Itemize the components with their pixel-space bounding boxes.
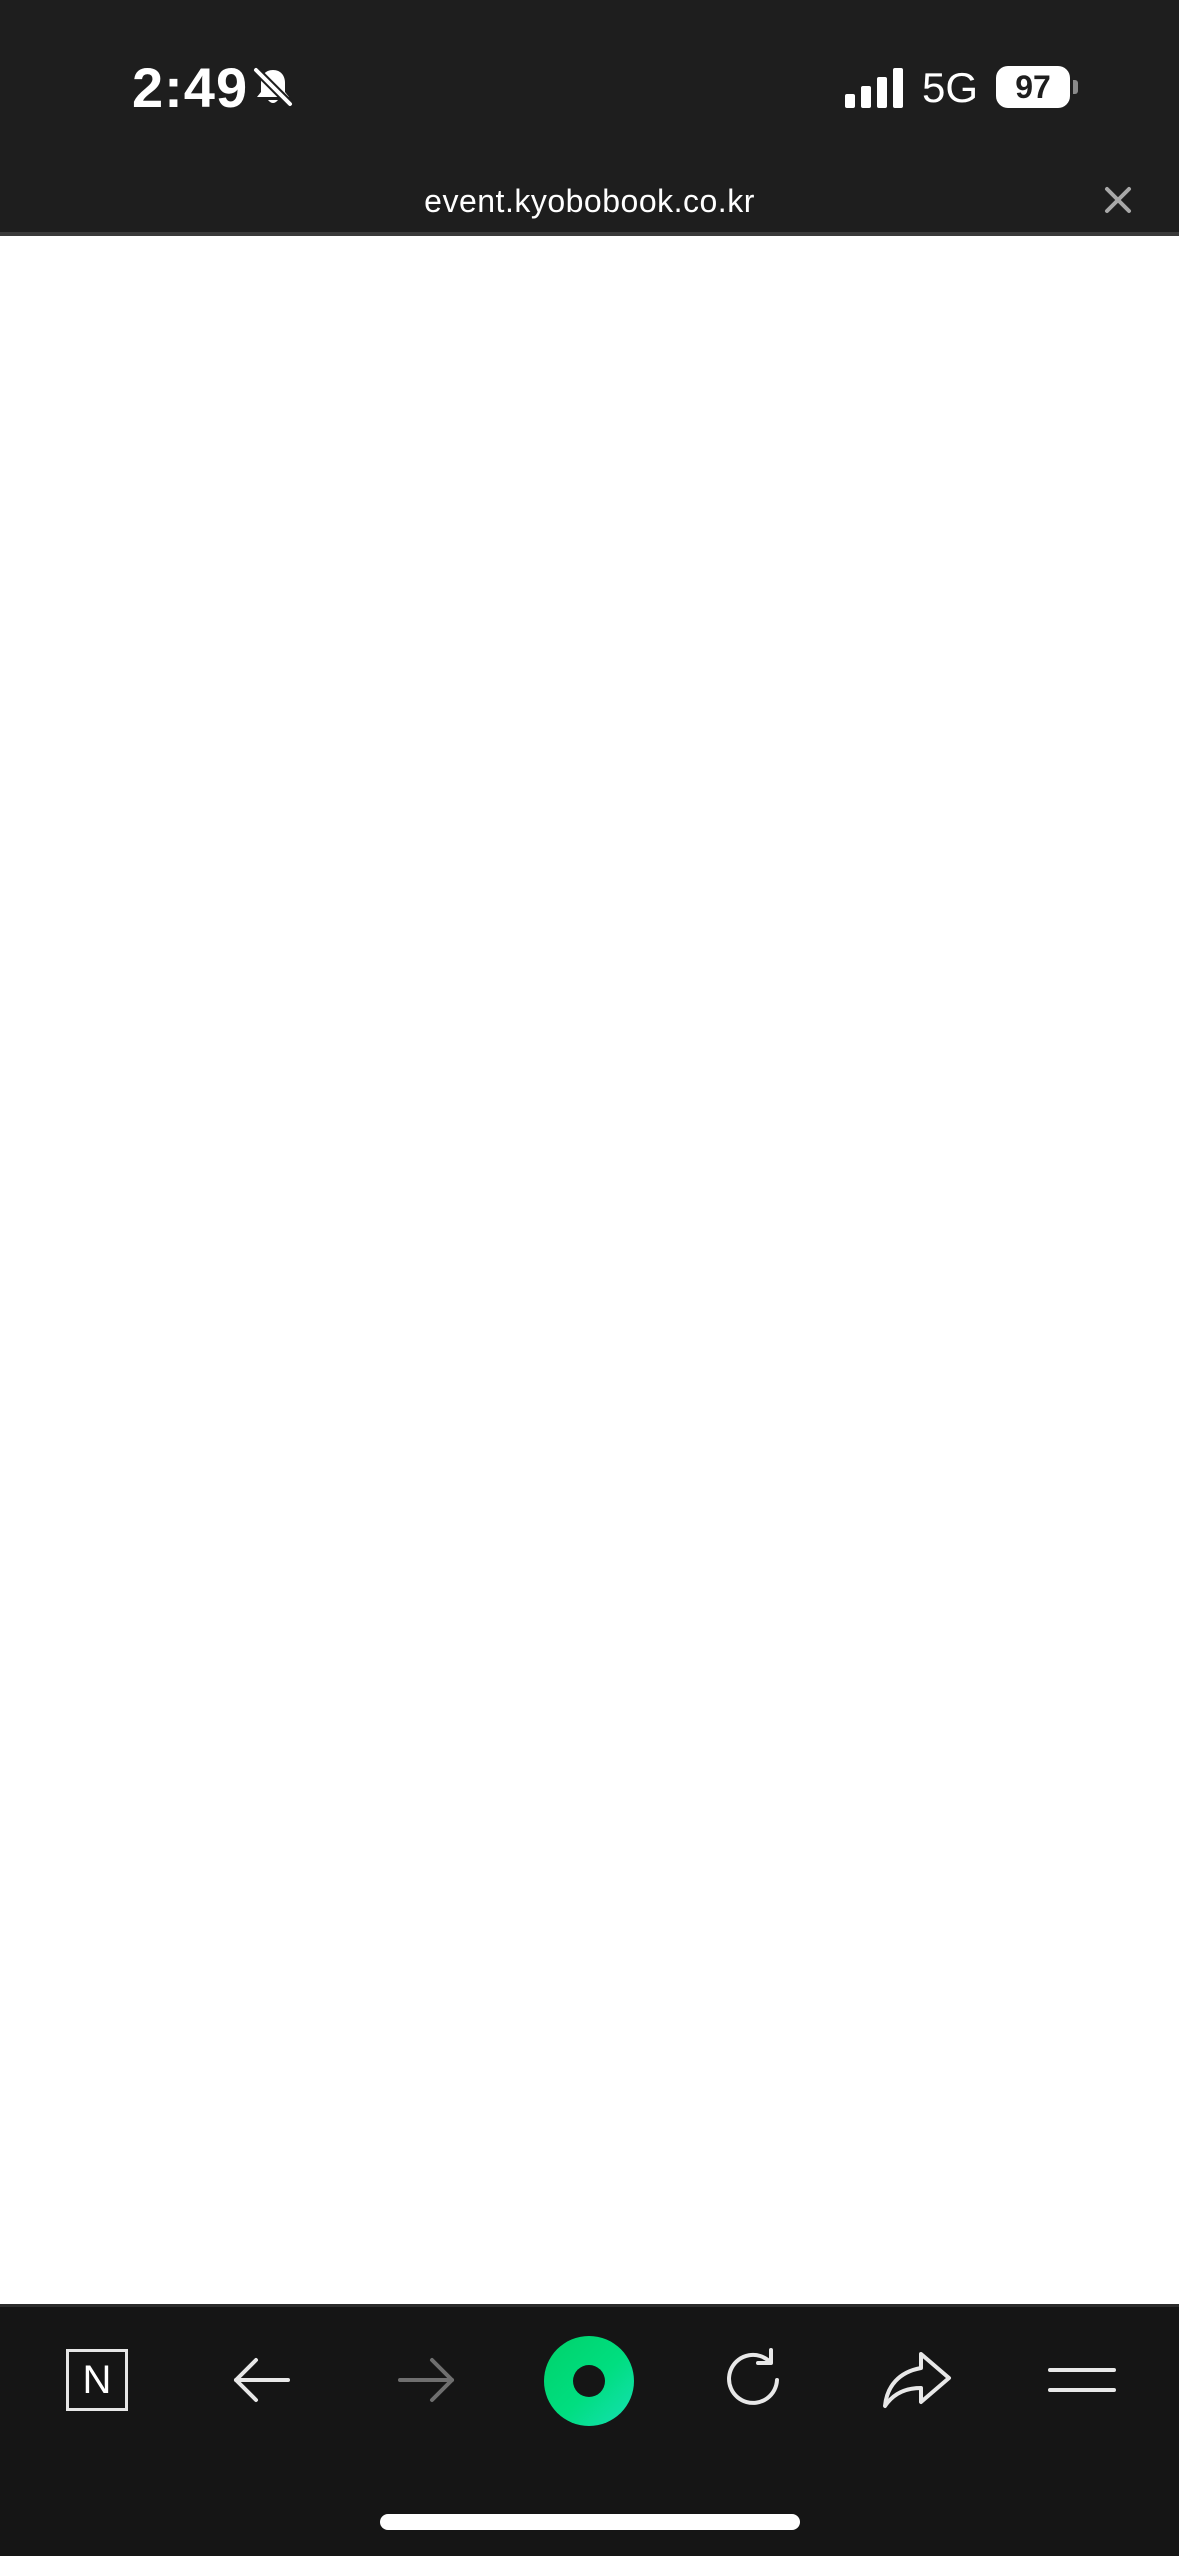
reload-button[interactable] [711, 2338, 795, 2422]
forward-button[interactable] [384, 2338, 468, 2422]
network-label: 5G [922, 64, 979, 111]
menu-icon [1048, 2368, 1116, 2392]
battery-level: 97 [996, 66, 1070, 108]
naver-n-icon: N [66, 2349, 128, 2411]
green-ring-icon [573, 2365, 605, 2397]
share-button[interactable] [875, 2338, 959, 2422]
url-bar[interactable]: event.kyobobook.co.kr [0, 176, 1179, 226]
share-icon [883, 2352, 951, 2408]
web-content[interactable] [0, 236, 1179, 2304]
toolbar-divider [0, 2304, 1179, 2307]
reload-icon [727, 2348, 779, 2405]
menu-button[interactable] [1040, 2338, 1124, 2422]
battery-indicator: 97 [996, 66, 1078, 108]
home-indicator[interactable] [380, 2514, 800, 2530]
back-button[interactable] [220, 2338, 304, 2422]
close-icon[interactable] [1102, 184, 1134, 216]
cellular-signal-icon [845, 68, 903, 108]
arrow-right-icon [398, 2358, 454, 2402]
bell-slash-icon [253, 67, 293, 107]
battery-cap [1073, 80, 1078, 94]
arrow-left-icon [234, 2358, 290, 2402]
home-button[interactable]: N [55, 2338, 139, 2422]
green-ring-button[interactable] [544, 2336, 634, 2426]
status-time: 2:49 [132, 55, 249, 119]
